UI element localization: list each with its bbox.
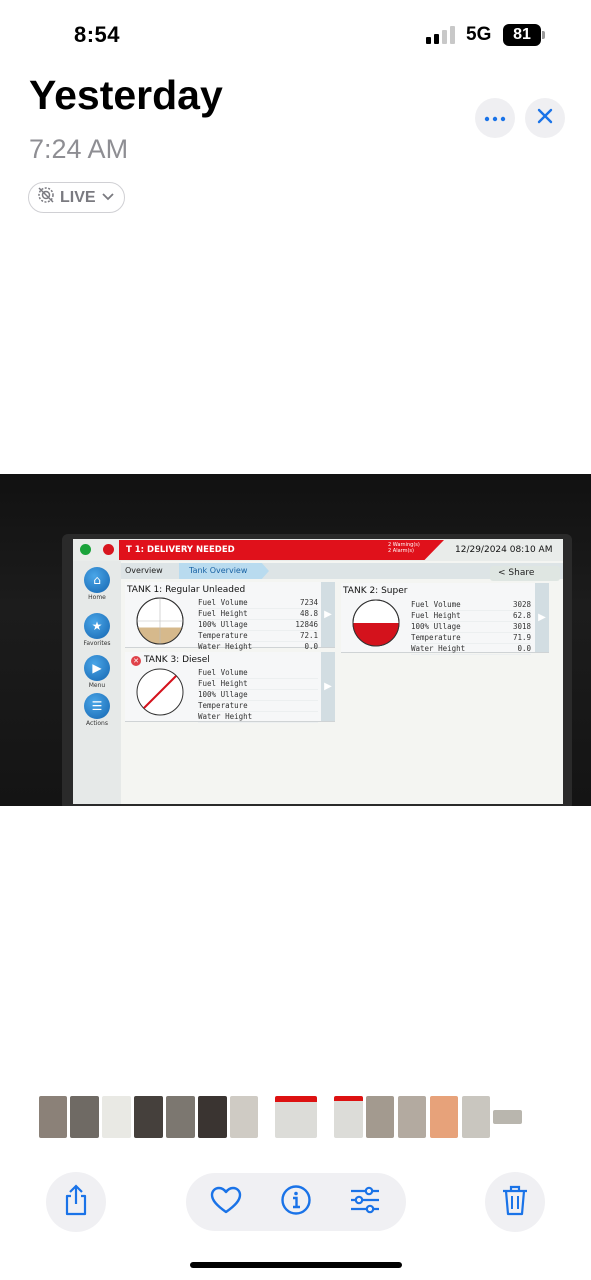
list-icon: ☰ [84, 693, 110, 719]
device-nav-menu: ▶ Menu [80, 655, 114, 689]
alert-text: T 1: DELIVERY NEEDED [126, 545, 235, 555]
tank-3-row-fuel-volume: Fuel Volume [198, 668, 318, 679]
tank-3-readings: Fuel Volume Fuel Height 100% Ullage Temp… [198, 668, 318, 723]
thumbnail-current[interactable] [275, 1096, 317, 1138]
tank-monitor-screen: T 1: DELIVERY NEEDED 2 Warning(s) 2 Alar… [73, 539, 563, 804]
share-icon [62, 1183, 90, 1221]
thumbnail[interactable] [102, 1096, 131, 1138]
adjust-button[interactable] [349, 1186, 381, 1218]
tank-3-row-water-height: Water Height [198, 712, 318, 723]
nav-label-home: Home [88, 594, 106, 601]
thumbnail[interactable] [398, 1096, 426, 1138]
share-button[interactable] [46, 1172, 106, 1232]
alert-counts: 2 Warning(s) 2 Alarm(s) [388, 542, 420, 554]
tank-1-panel: TANK 1: Regular Unleaded Fuel Volume 7234… [125, 582, 335, 653]
tank-2-row-temperature: Temperature 71.9 [411, 633, 531, 644]
error-x-icon: ✕ [131, 656, 141, 666]
tag-icon: ▶ [84, 655, 110, 681]
photo-actions-group [186, 1173, 406, 1231]
ellipsis-icon [484, 109, 506, 127]
thumbnail[interactable] [230, 1096, 258, 1138]
tank-3-row-ullage: 100% Ullage [198, 690, 318, 701]
close-button[interactable] [525, 98, 565, 138]
device-share-button: < Share [490, 566, 560, 581]
thumbnail[interactable] [39, 1096, 67, 1138]
thumbnail[interactable] [70, 1096, 99, 1138]
tank-3-row-temperature: Temperature [198, 701, 318, 712]
tank-1-gauge [136, 597, 184, 645]
star-icon: ★ [84, 613, 110, 639]
tank-1-title: TANK 1: Regular Unleaded [127, 585, 246, 595]
page-title: Yesterday [29, 72, 223, 118]
tank-1-detail-arrow: ▶ [321, 582, 335, 647]
battery-level: 81 [503, 24, 541, 46]
tab-tank-overview: Tank Overview [179, 563, 269, 579]
tank-2-detail-arrow: ▶ [535, 583, 549, 652]
trash-icon [501, 1184, 529, 1221]
tank-2-row-fuel-height: Fuel Height 62.8 [411, 611, 531, 622]
info-icon [280, 1184, 312, 1221]
live-off-icon [37, 186, 55, 209]
tank-1-row-ullage: 100% Ullage 12846 [198, 620, 318, 631]
tank-2-fill-level [353, 623, 399, 646]
tank-3-gauge-unavailable [136, 668, 184, 716]
thumbnail[interactable] [198, 1096, 227, 1138]
cellular-signal-icon [426, 26, 458, 44]
thumbnail[interactable] [166, 1096, 195, 1138]
sliders-icon [349, 1186, 381, 1219]
heart-icon [210, 1186, 242, 1219]
live-photo-button[interactable]: LIVE [28, 182, 125, 213]
tank-1-row-fuel-volume: Fuel Volume 7234 [198, 598, 318, 609]
device-share-label: Share [508, 568, 535, 578]
tank-2-readings: Fuel Volume 3028 Fuel Height 62.8 100% Ull… [411, 600, 531, 655]
tank-2-title: TANK 2: Super [343, 586, 408, 596]
tank-2-gauge [352, 599, 400, 647]
tank-3-row-fuel-height: Fuel Height [198, 679, 318, 690]
thumbnail[interactable] [366, 1096, 394, 1138]
thumbnail[interactable] [493, 1110, 522, 1124]
monitor-top-bar: T 1: DELIVERY NEEDED 2 Warning(s) 2 Alar… [73, 539, 563, 561]
info-button[interactable] [280, 1184, 312, 1221]
alarms-count: 2 Alarm(s) [388, 548, 414, 554]
network-type: 5G [466, 24, 492, 45]
device-nav-favorites: ★ Favorites [80, 613, 114, 647]
photo-viewer[interactable]: T 1: DELIVERY NEEDED 2 Warning(s) 2 Alar… [0, 474, 591, 806]
battery-tip [542, 31, 545, 39]
live-label: LIVE [60, 188, 96, 206]
tank-3-title: TANK 3: Diesel [144, 655, 210, 665]
photo-time: 7:24 AM [29, 134, 129, 164]
home-indicator [190, 1262, 402, 1268]
home-icon: ⌂ [84, 567, 110, 593]
thumbnail[interactable] [462, 1096, 490, 1138]
delete-button[interactable] [485, 1172, 545, 1232]
thumbnail[interactable] [134, 1096, 163, 1138]
device-datetime: 12/29/2024 08:10 AM [455, 545, 553, 555]
favorite-button[interactable] [210, 1186, 242, 1218]
status-ok-indicator [80, 544, 91, 555]
tank-2-panel: TANK 2: Super Fuel Volume 3028 Fuel Heigh… [341, 583, 549, 655]
nav-label-favorites: Favorites [83, 640, 111, 647]
tank-1-row-temperature: Temperature 72.1 [198, 631, 318, 642]
close-icon [537, 108, 553, 129]
tank-2-row-ullage: 100% Ullage 3018 [411, 622, 531, 633]
device-nav-home: ⌂ Home [80, 567, 114, 601]
nav-label-actions: Actions [86, 720, 108, 727]
thumbnail[interactable] [334, 1096, 363, 1138]
status-alarm-indicator [103, 544, 114, 555]
tank-2-row-fuel-volume: Fuel Volume 3028 [411, 600, 531, 611]
tab-overview: Overview [125, 566, 163, 575]
tank-3-detail-arrow: ▶ [321, 652, 335, 721]
tank-3-panel: ✕ TANK 3: Diesel Fuel Volume Fuel Height… [125, 652, 335, 723]
device-nav-actions: ☰ Actions [80, 693, 114, 727]
chevron-down-icon [101, 189, 115, 207]
tank-1-row-fuel-height: Fuel Height 48.8 [198, 609, 318, 620]
thumbnail[interactable] [430, 1096, 458, 1138]
more-button[interactable] [475, 98, 515, 138]
nav-label-menu: Menu [88, 682, 106, 689]
device-sidebar: ⌂ Home ★ Favorites ▶ Menu ☰ Actions [73, 561, 121, 804]
status-time: 8:54 [74, 22, 121, 47]
tank-2-row-water-height: Water Height 0.0 [411, 644, 531, 655]
tank-1-readings: Fuel Volume 7234 Fuel Height 48.8 100% Ull… [198, 598, 318, 653]
